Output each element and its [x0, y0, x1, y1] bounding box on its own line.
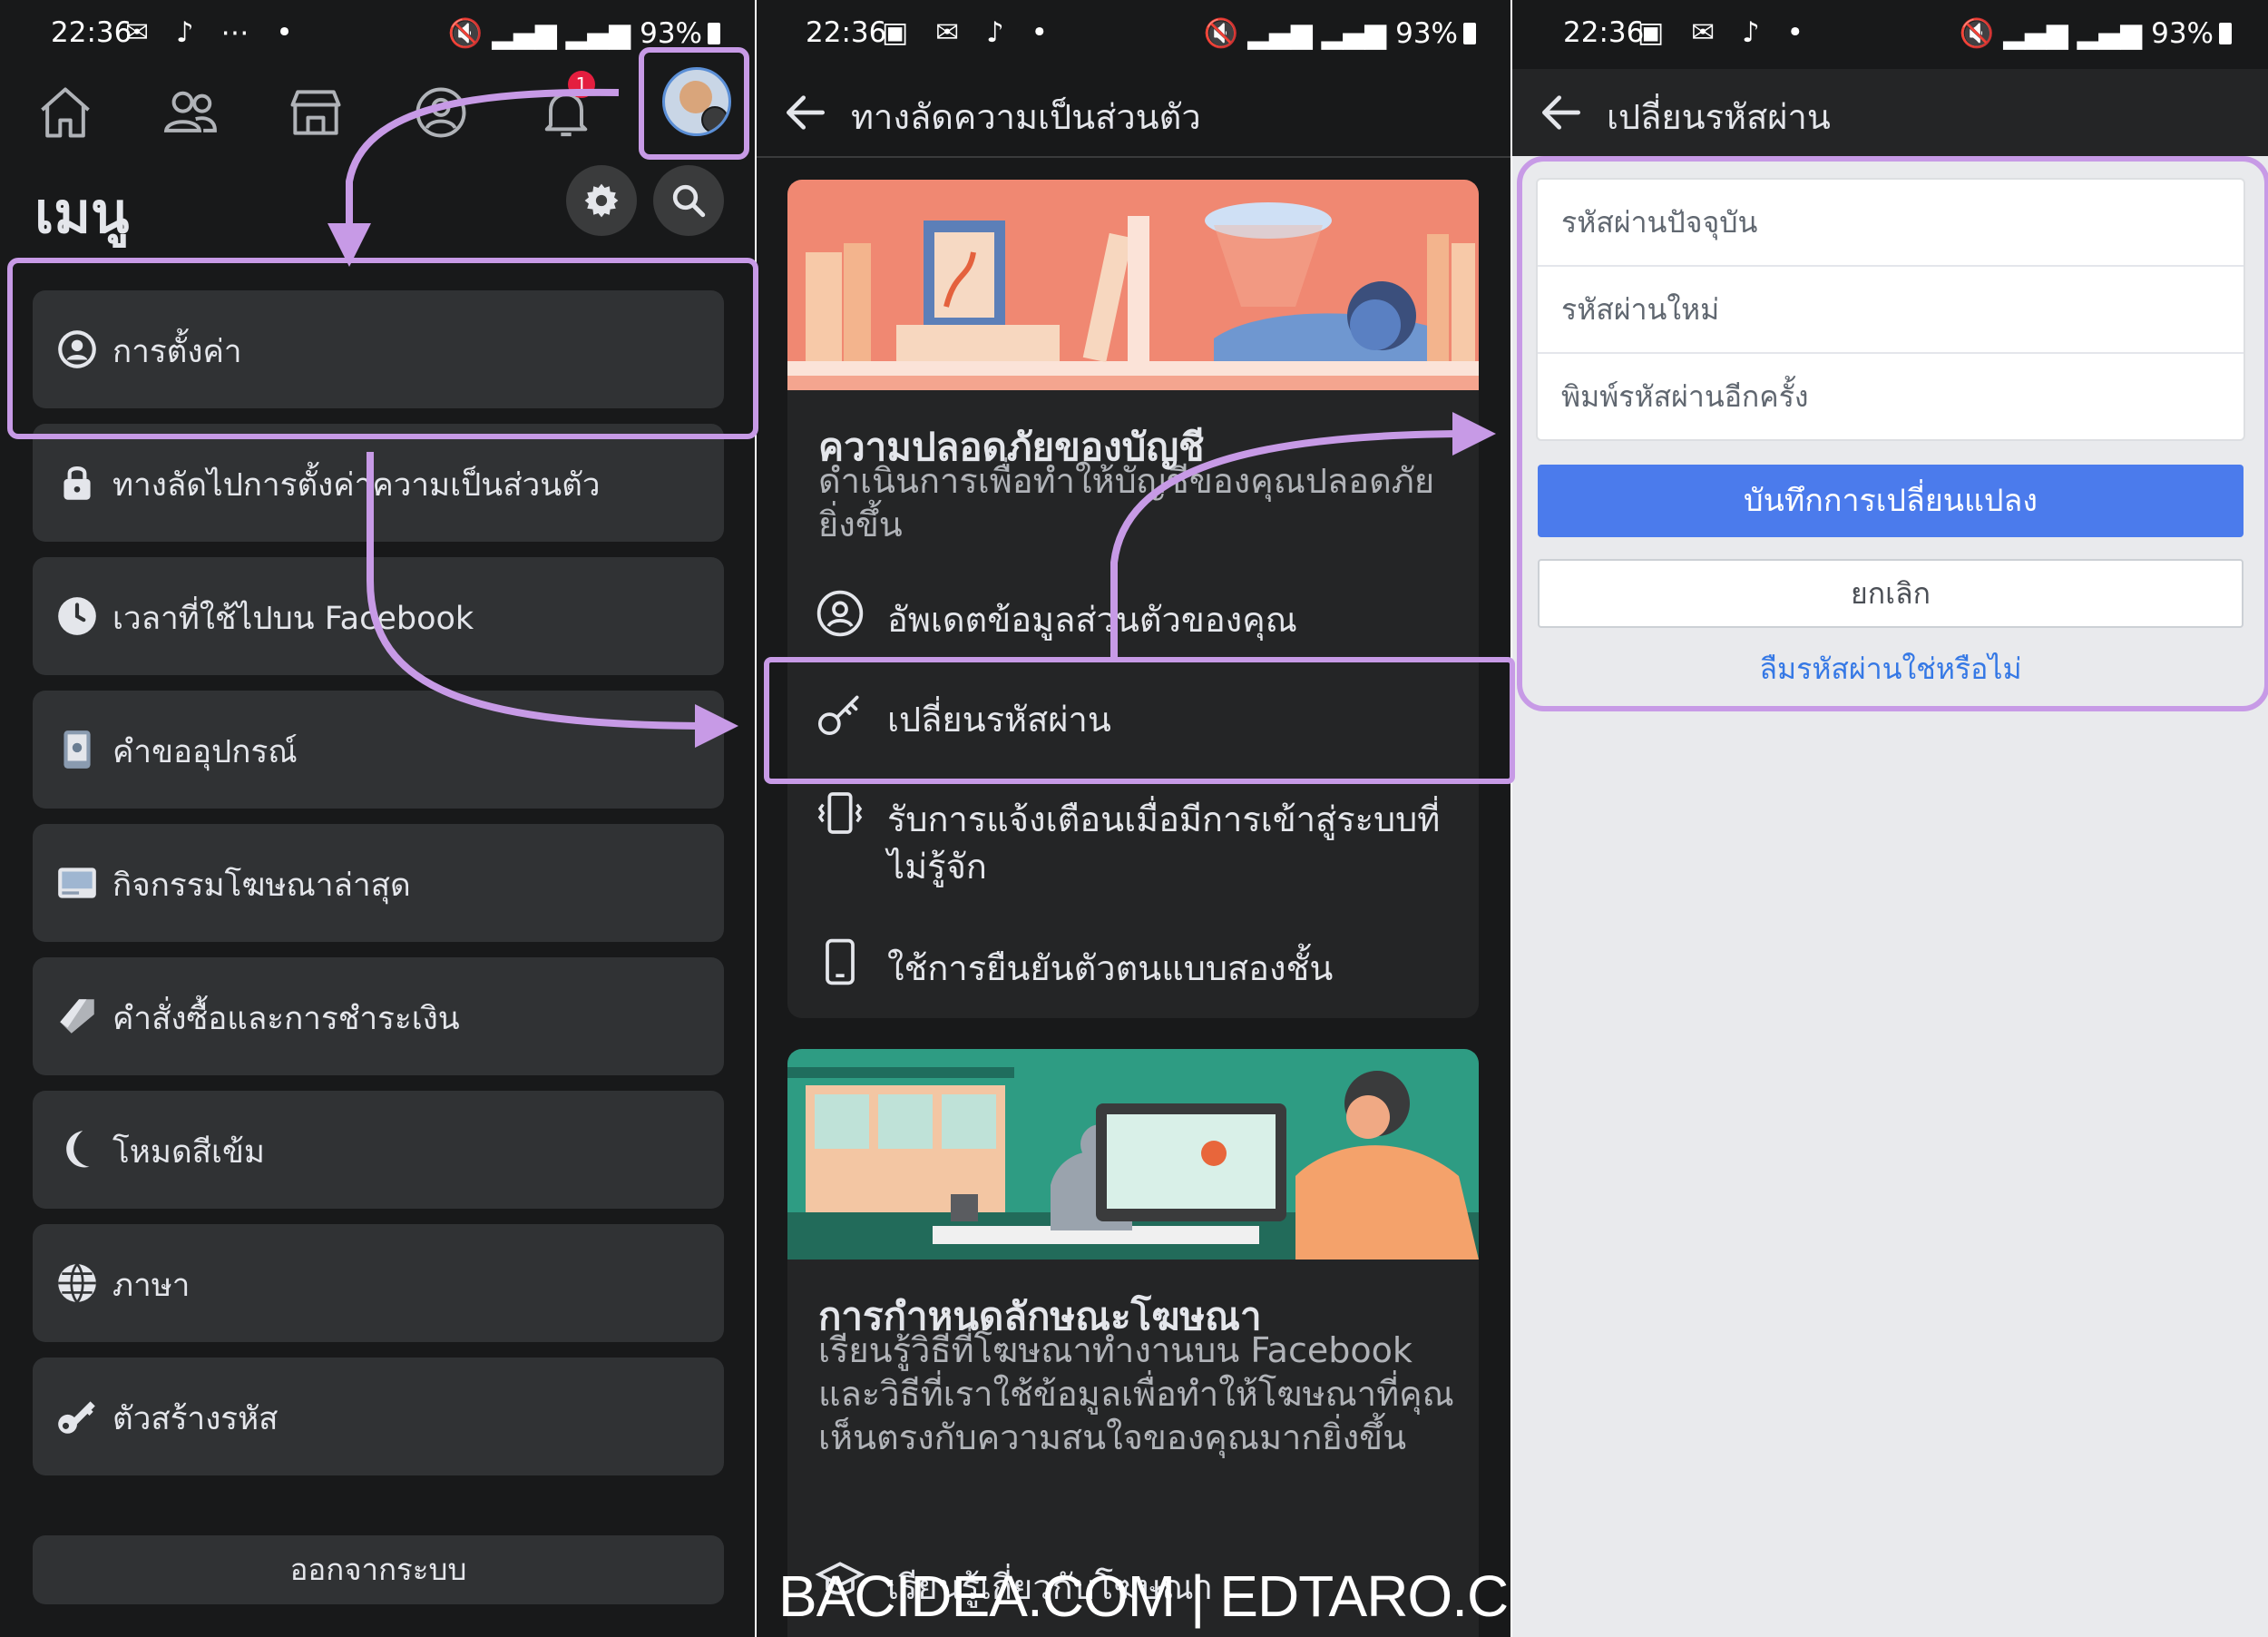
menu-item-dark-mode[interactable]: โหมดสีเข้ม [33, 1091, 724, 1209]
retype-password-field-wrap [1538, 354, 2244, 439]
menu-item-device-requests[interactable]: คำขออุปกรณ์ [33, 691, 724, 809]
phone-icon [815, 936, 865, 987]
status-bar: 22:36 ▣ ✉ ♪ • 🔇 ▂▄▆ ▂▄▆ 93% [1512, 0, 2268, 69]
menu-item-label: ทางลัดไปการตั้งค่าความเป็นส่วนตัว [112, 467, 601, 504]
back-arrow-icon[interactable] [780, 87, 831, 138]
menu-item-settings[interactable]: การตั้งค่า [33, 290, 724, 408]
menu-title: เมนู [34, 180, 130, 246]
menu-badge-icon [701, 106, 728, 133]
row-label: เปลี่ยนรหัสผ่าน [887, 700, 1111, 740]
search-button[interactable] [653, 165, 724, 236]
gear-icon [584, 183, 619, 218]
save-changes-button[interactable]: บันทึกการเปลี่ยนแปลง [1538, 465, 2244, 537]
change-password-screen: 22:36 ▣ ✉ ♪ • 🔇 ▂▄▆ ▂▄▆ 93% เปลี่ยนรหัสผ… [1512, 0, 2268, 1637]
security-card-desc: ดำเนินการเพื่อทำให้บัญชีของคุณปลอดภัยยิ่… [818, 461, 1435, 544]
battery-level: 93% [1395, 17, 1458, 50]
tag-icon [54, 994, 100, 1039]
top-bar: ทางลัดความเป็นส่วนตัว [757, 69, 1512, 158]
lock-icon [54, 460, 100, 505]
top-bar: เปลี่ยนรหัสผ่าน [1512, 69, 2268, 156]
page-title: เปลี่ยนรหัสผ่าน [1607, 97, 1831, 137]
menu-item-label: การตั้งค่า [112, 334, 242, 370]
clock-icon [54, 593, 100, 639]
retype-password-input[interactable] [1538, 354, 2244, 439]
menu-item-label: ตัวสร้างรหัส [112, 1401, 279, 1437]
menu-screen: 22:36 ✉ ♪ ⋯ • 🔇 ▂▄▆ ▂▄▆ 93% 1 เมนู การตั [0, 0, 757, 1637]
back-arrow-icon[interactable] [1536, 87, 1587, 138]
settings-gear-button[interactable] [566, 165, 637, 236]
key-icon [54, 1394, 100, 1439]
friends-icon[interactable] [160, 82, 221, 143]
ad-preferences-card: การกำหนดลักษณะโฆษณา เรียนรู้วิธีที่โฆษณา… [787, 1049, 1479, 1637]
account-security-card: ความปลอดภัยของบัญชี ดำเนินการเพื่อทำให้บ… [787, 180, 1479, 1018]
home-icon[interactable] [34, 82, 96, 143]
marketplace-icon[interactable] [285, 82, 347, 143]
battery-icon [1463, 23, 1476, 44]
new-password-field-wrap [1538, 267, 2244, 354]
battery-icon [2219, 23, 2232, 44]
new-password-input[interactable] [1538, 267, 2244, 352]
ads-illustration [787, 1049, 1479, 1260]
moon-icon [54, 1127, 100, 1172]
status-app-icons: ✉ ♪ ⋯ • [125, 16, 302, 49]
top-nav-bar [0, 69, 757, 160]
notification-badge: 1 [568, 71, 595, 98]
search-icon [672, 184, 706, 218]
status-time: 22:36 [806, 16, 887, 49]
vibrate-icon [815, 788, 865, 838]
password-form [1538, 180, 2244, 439]
status-right: 🔇 ▂▄▆ ▂▄▆ 93% [1204, 16, 1476, 50]
logout-button[interactable]: ออกจากระบบ [33, 1535, 724, 1604]
menu-item-code-generator[interactable]: ตัวสร้างรหัส [33, 1358, 724, 1475]
menu-item-privacy-shortcuts[interactable]: ทางลัดไปการตั้งค่าความเป็นส่วนตัว [33, 424, 724, 542]
cancel-button[interactable]: ยกเลิก [1538, 559, 2244, 628]
menu-item-time-on-facebook[interactable]: เวลาที่ใช้ไปบน Facebook [33, 557, 724, 675]
status-time: 22:36 [51, 16, 132, 49]
key-icon [815, 688, 865, 739]
status-app-icons: ▣ ✉ ♪ • [882, 16, 1057, 49]
status-time: 22:36 [1563, 16, 1645, 49]
menu-item-recent-ad-activity[interactable]: กิจกรรมโฆษณาล่าสุด [33, 824, 724, 942]
forgot-password-link[interactable]: ลืมรหัสผ่านใช่หรือไม่ [1538, 646, 2244, 692]
menu-item-orders-payments[interactable]: คำสั่งซื้อและการชำระเงิน [33, 957, 724, 1075]
watermark: BACIDEA.COM | EDTARO.COM [778, 1563, 1512, 1629]
status-bar: 22:36 ▣ ✉ ♪ • 🔇 ▂▄▆ ▂▄▆ 93% [757, 0, 1512, 69]
profile-icon[interactable] [410, 82, 472, 143]
row-label: ใช้การยืนยันตัวตนแบบสองชั้น [887, 948, 1334, 988]
current-password-input[interactable] [1538, 180, 2244, 265]
battery-level: 93% [640, 17, 702, 50]
globe-icon [54, 1260, 100, 1306]
menu-item-label: กิจกรรมโฆษณาล่าสุด [112, 868, 411, 904]
device-icon [54, 727, 100, 772]
menu-item-label: เวลาที่ใช้ไปบน Facebook [112, 601, 474, 637]
battery-icon [708, 23, 720, 44]
menu-item-label: คำขออุปกรณ์ [112, 734, 298, 770]
page-title: ทางลัดความเป็นส่วนตัว [851, 97, 1201, 137]
profile-icon [54, 327, 100, 372]
privacy-shortcuts-screen: 22:36 ▣ ✉ ♪ • 🔇 ▂▄▆ ▂▄▆ 93% ทางลัดความเป… [757, 0, 1512, 1637]
menu-item-label: คำสั่งซื้อและการชำระเงิน [112, 1001, 460, 1037]
ads-card-desc: เรียนรู้วิธีที่โฆษณาทำงานบน Facebook และ… [818, 1330, 1454, 1457]
menu-item-label: โหมดสีเข้ม [112, 1134, 265, 1171]
status-right: 🔇 ▂▄▆ ▂▄▆ 93% [448, 16, 720, 50]
profile-icon [815, 588, 865, 639]
status-right: 🔇 ▂▄▆ ▂▄▆ 93% [1960, 16, 2232, 50]
current-password-field-wrap [1538, 180, 2244, 267]
menu-avatar-button[interactable] [662, 67, 731, 136]
ad-icon [54, 860, 100, 906]
menu-item-label: ภาษา [112, 1268, 191, 1304]
row-label: อัพเดตข้อมูลส่วนตัวของคุณ [887, 600, 1297, 640]
menu-item-language[interactable]: ภาษา [33, 1224, 724, 1342]
row-label-line2: ไม่รู้จัก [887, 847, 987, 887]
status-app-icons: ▣ ✉ ♪ • [1637, 16, 1813, 49]
security-illustration [787, 180, 1479, 390]
battery-level: 93% [2151, 17, 2214, 50]
status-bar: 22:36 ✉ ♪ ⋯ • 🔇 ▂▄▆ ▂▄▆ 93% [0, 0, 757, 69]
